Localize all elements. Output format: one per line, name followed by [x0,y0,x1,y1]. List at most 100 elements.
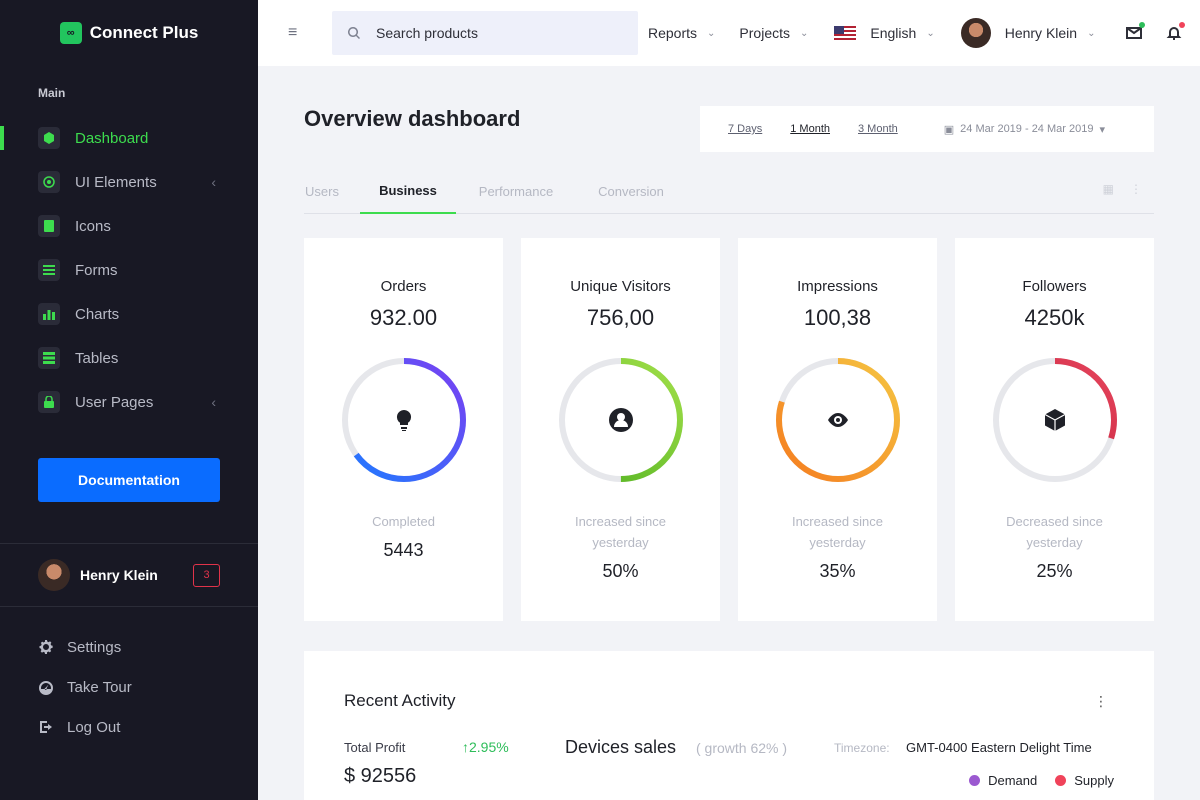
search-bar[interactable] [332,11,638,55]
logout-link[interactable]: Log Out [0,707,258,747]
range-7-days[interactable]: 7 Days [728,123,762,135]
sidebar-item-user-pages[interactable]: User Pages ‹ [0,380,258,424]
progress-ring [339,355,469,485]
lock-icon [38,391,60,413]
progress-ring [556,355,686,485]
user-menu[interactable]: Henry Klein ⌄ [960,18,1095,48]
cube-icon [38,127,60,149]
stat-card-unique-visitors: Unique Visitors 756,00 Increased since y… [521,238,720,621]
card-label: Decreased since yesterday [1006,514,1103,550]
recent-activity-title: Recent Activity [344,691,456,710]
sidebar-item-forms[interactable]: Forms [0,248,258,292]
chevron-down-icon: ⌄ [926,27,935,39]
range-1-month[interactable]: 1 Month [790,123,830,135]
brand-name: Connect Plus [89,23,199,42]
view-tools: ▦ ⋮ [1103,182,1142,196]
card-value: 756,00 [586,305,655,330]
messages-button[interactable] [1125,22,1146,42]
logout-label: Log Out [67,718,121,736]
chevron-left-icon: ‹ [211,394,216,410]
sidebar-item-label: Forms [75,261,118,279]
date-range-dropdown[interactable]: ▣ 24 Mar 2019 - 24 Mar 2019 ▾ [944,123,1105,136]
status-dot [1179,22,1186,28]
bar-chart-icon [38,303,60,325]
us-flag-icon [834,25,857,41]
language-selector[interactable]: English ⌄ [834,25,935,41]
documentation-button[interactable]: Documentation [38,458,220,502]
search-input[interactable] [376,25,616,41]
language-label: English [870,25,917,41]
legend-item-demand: Demand [969,773,1037,788]
table-icon [38,347,60,369]
settings-link[interactable]: Settings [0,627,258,667]
sidebar-item-tables[interactable]: Tables [0,336,258,380]
legend-dot [1055,775,1067,786]
legend-label: Supply [1074,773,1114,788]
progress-ring [773,355,903,485]
devices-sales-growth: ( growth 62% ) [696,740,788,756]
more-options-icon[interactable]: ⋮ [1130,182,1142,196]
reports-menu[interactable]: Reports ⌄ [648,25,715,41]
sidebar-item-charts[interactable]: Charts [0,292,258,336]
chevron-down-icon: ⌄ [707,27,716,39]
take-tour-link[interactable]: Take Tour [0,667,258,707]
card-title: Orders [380,278,427,295]
tab-users[interactable]: Users [304,168,340,214]
tab-conversion[interactable]: Conversion [596,168,666,214]
arrow-up-icon: ↑ [462,739,469,755]
page-title: Overview dashboard [304,106,521,131]
sidebar-item-label: Icons [75,217,111,235]
stat-card-impressions: Impressions 100,38 Increased since yeste… [738,238,937,621]
notifications-button[interactable] [1165,22,1186,42]
tab-business[interactable]: Business [360,168,456,214]
sidebar-item-ui-elements[interactable]: UI Elements ‹ [0,160,258,204]
recent-activity-panel: Recent Activity ⋮ Total Profit ↑2.95% $ … [304,651,1154,800]
contacts-icon [38,215,60,237]
brand-logo-icon: ∞ [59,22,82,44]
total-profit-growth: ↑2.95% [462,739,509,755]
card-value: 100,38 [803,305,872,330]
sidebar-item-label: Dashboard [75,129,149,147]
sidebar-item-dashboard[interactable]: Dashboard [0,116,258,160]
date-range-value: 24 Mar 2019 - 24 Mar 2019 [960,123,1094,135]
card-label: Increased since yesterday [574,514,667,550]
more-options-icon[interactable]: ⋮ [1094,693,1108,710]
card-label: Completed [372,514,435,529]
cube-icon [1042,407,1068,433]
chart-legend: Demand Supply [969,773,1114,788]
speedometer-icon [39,681,53,695]
hamburger-menu-icon[interactable]: ≡ [288,24,308,42]
list-icon [38,259,60,281]
sidebar: ∞ Connect Plus Main Dashboard UI Element… [0,0,258,800]
stat-card-followers: Followers 4250k Decreased since yesterda… [955,238,1154,621]
notification-badge[interactable]: 3 [193,563,220,587]
total-profit-label: Total Profit [344,740,406,755]
chevron-down-icon: ▾ [1099,123,1105,136]
card-stat: 35% [819,561,856,581]
topbar: ≡ Reports ⌄ Projects ⌄ English ⌄ Henry K… [258,0,1200,66]
progress-ring [990,355,1120,485]
legend-dot [969,775,981,786]
card-stat: 5443 [383,540,424,560]
sidebar-item-label: Charts [75,305,120,323]
reports-menu-label: Reports [648,25,698,41]
card-value: 932.00 [369,305,438,330]
card-stat: 50% [602,561,639,581]
search-icon [348,27,360,39]
range-3-month[interactable]: 3 Month [858,123,898,135]
eye-icon [825,407,851,433]
projects-menu[interactable]: Projects ⌄ [739,25,808,41]
card-stat: 25% [1036,561,1073,581]
brand[interactable]: ∞ Connect Plus [0,0,258,66]
settings-label: Settings [67,638,122,656]
tab-performance[interactable]: Performance [476,168,556,214]
sidebar-user[interactable]: Henry Klein 3 [0,543,258,607]
card-title: Unique Visitors [570,278,671,295]
sidebar-item-label: UI Elements [75,173,157,191]
calendar-icon: ▣ [943,123,955,136]
grid-view-icon[interactable]: ▦ [1103,182,1114,196]
sidebar-item-icons[interactable]: Icons [0,204,258,248]
devices-sales-title: Devices sales [565,737,677,757]
card-title: Impressions [797,278,878,295]
status-dot [1139,22,1146,28]
